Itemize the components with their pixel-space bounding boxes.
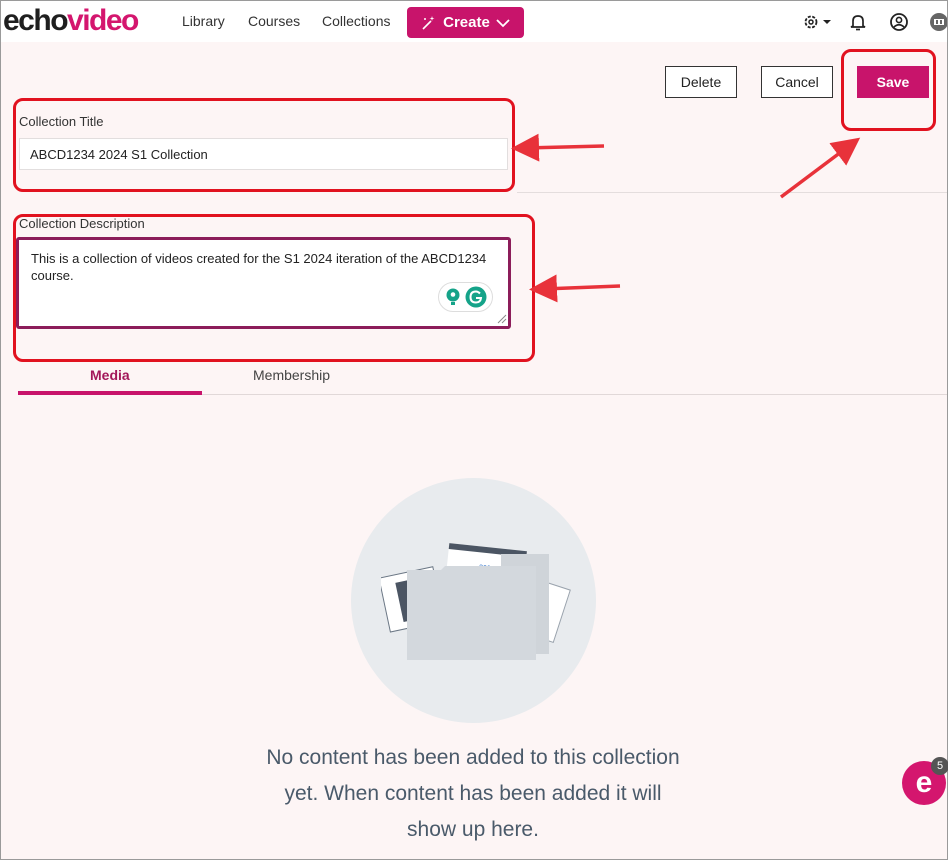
logo-echo-text: echo: [3, 4, 69, 37]
tab-membership[interactable]: Membership: [253, 367, 330, 383]
bell-icon[interactable]: [848, 12, 868, 32]
settings-icon[interactable]: [802, 12, 832, 32]
echovideo-logo[interactable]: echovideo: [3, 3, 139, 39]
empty-folder-illustration: 360: [381, 543, 571, 660]
chevron-down-icon: [496, 18, 510, 27]
nav-courses[interactable]: Courses: [248, 13, 300, 29]
magic-wand-icon: [422, 15, 435, 30]
nav-library[interactable]: Library: [182, 13, 225, 29]
logo-video-text: video: [67, 4, 139, 37]
active-tab-indicator: [18, 391, 202, 395]
nav-collections[interactable]: Collections: [322, 13, 390, 29]
chat-notification-badge: 5: [931, 757, 948, 775]
arrow-to-title: [511, 133, 605, 162]
empty-state-message: No content has been added to this collec…: [266, 746, 680, 841]
annotation-arrows: [511, 133, 861, 303]
app-icon[interactable]: [929, 12, 948, 32]
collection-editor: Delete Cancel Save Collection Title ABCD…: [1, 42, 947, 859]
create-button-label: Create: [443, 14, 490, 31]
arrow-to-description: [529, 274, 621, 303]
tab-media[interactable]: Media: [90, 367, 130, 383]
arrow-to-save: [779, 137, 861, 199]
top-navigation-bar: echovideo Library Courses Collections Cr…: [1, 1, 948, 42]
create-button[interactable]: Create: [407, 7, 524, 38]
user-icon[interactable]: [889, 12, 909, 32]
